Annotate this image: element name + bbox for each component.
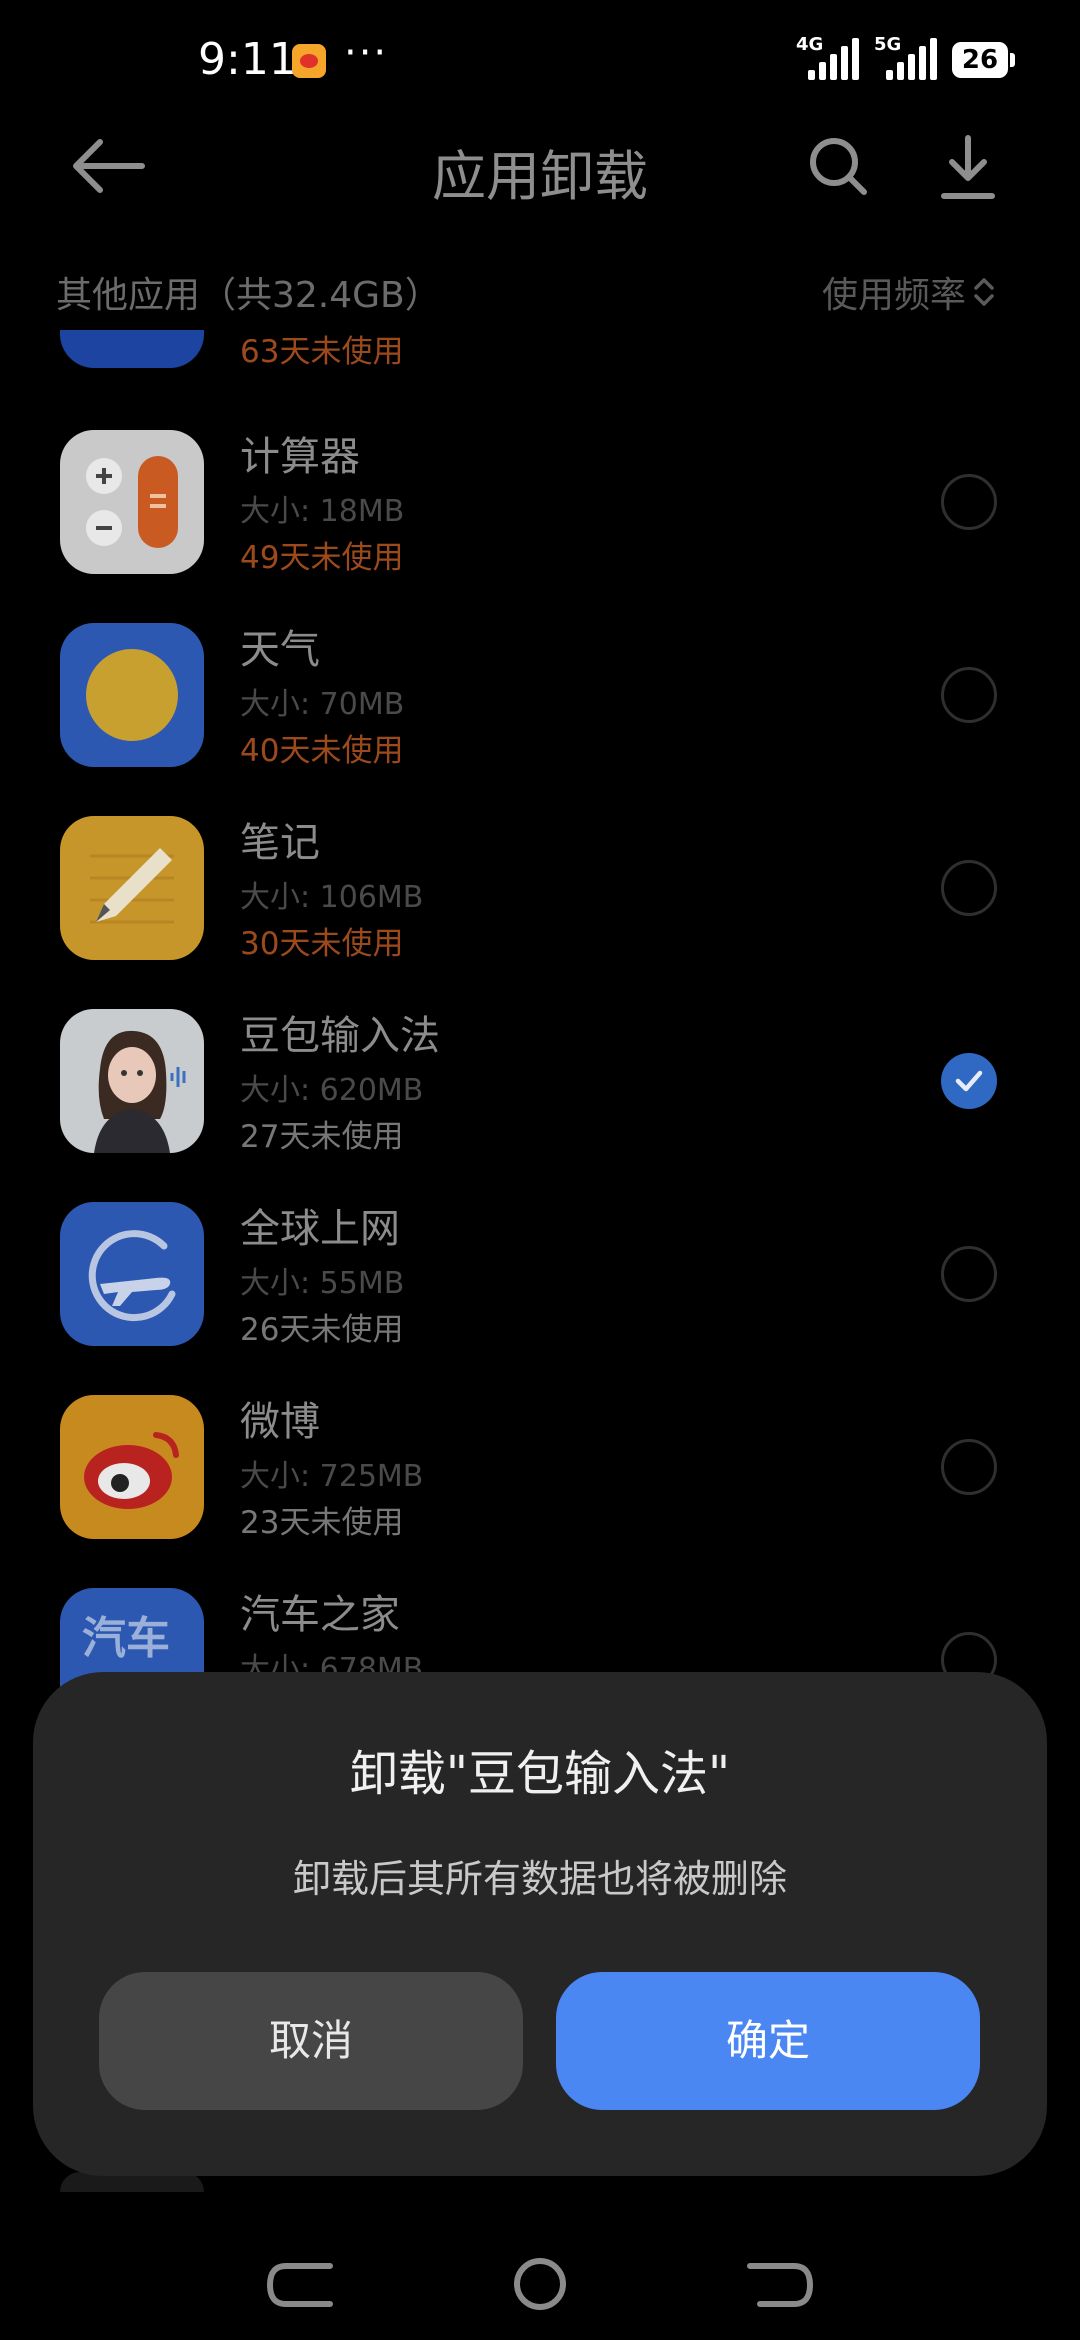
autohome-icon-text: 汽车 [82, 1613, 170, 1664]
list-item[interactable]: 天气 大小: 70MB 40天未使用 [0, 623, 1080, 816]
app-size: 大小: 70MB [240, 687, 405, 722]
select-checkbox[interactable] [941, 474, 997, 530]
app-list[interactable]: 63天未使用 计算器 大小: 18MB 49天未使用 天气 大小: 70MB 4 [0, 330, 1080, 1750]
weibo-notification-icon [292, 44, 326, 78]
list-item[interactable]: 豆包输入法 大小: 620MB 27天未使用 [0, 1009, 1080, 1202]
status-time: 9:11 [198, 34, 297, 85]
app-name: 天气 [240, 627, 320, 673]
signal-5g-icon: 5G [874, 34, 940, 80]
app-size: 大小: 620MB [240, 1073, 424, 1108]
app-size: 大小: 55MB [240, 1266, 405, 1301]
app-name: 全球上网 [240, 1206, 400, 1252]
recents-nav-icon[interactable] [746, 2260, 816, 2310]
download-icon[interactable] [940, 134, 996, 200]
checkmark-icon [955, 1070, 983, 1092]
unused-duration: 63天未使用 [240, 334, 404, 370]
dialog-title: 卸载"豆包输入法" [349, 1746, 731, 1802]
cancel-button[interactable]: 取消 [99, 1972, 523, 2110]
unused-duration: 30天未使用 [240, 926, 404, 962]
sort-toggle-icon[interactable] [972, 274, 996, 310]
unused-duration: 26天未使用 [240, 1312, 404, 1348]
notes-icon [60, 816, 204, 960]
page-title: 应用卸载 [432, 145, 648, 208]
weather-icon [60, 623, 204, 767]
more-notifications-icon: ··· [344, 30, 389, 76]
unused-duration: 23天未使用 [240, 1505, 404, 1541]
app-name: 汽车之家 [240, 1592, 400, 1638]
global-internet-icon [60, 1202, 204, 1346]
app-name: 计算器 [240, 434, 360, 480]
app-size: 大小: 725MB [240, 1459, 424, 1494]
uninstall-dialog: 卸载"豆包输入法" 卸载后其所有数据也将被删除 取消 确定 [33, 1672, 1047, 2176]
storage-summary: 其他应用（共32.4GB） [56, 275, 441, 316]
list-item[interactable]: 笔记 大小: 106MB 30天未使用 [0, 816, 1080, 1009]
list-item[interactable]: 微博 大小: 725MB 23天未使用 [0, 1395, 1080, 1588]
status-bar: 9:11 ··· 4G 5G 26 [0, 0, 1080, 120]
app-name: 笔记 [240, 820, 320, 866]
confirm-button[interactable]: 确定 [556, 1972, 980, 2110]
weibo-icon [60, 1395, 204, 1539]
doubao-input-icon [60, 1009, 204, 1153]
navigation-bar [0, 2230, 1080, 2340]
home-nav-icon[interactable] [512, 2256, 568, 2312]
battery-tip [1010, 53, 1015, 67]
select-checkbox[interactable] [941, 1439, 997, 1495]
select-checkbox-checked[interactable] [941, 1053, 997, 1109]
app-name: 微博 [240, 1399, 320, 1445]
battery-icon: 26 [952, 42, 1008, 78]
signal-4g-icon: 4G [796, 34, 862, 80]
unused-duration: 40天未使用 [240, 733, 404, 769]
select-checkbox[interactable] [941, 860, 997, 916]
list-item[interactable]: 63天未使用 [0, 330, 1080, 417]
calculator-icon [60, 430, 204, 574]
dialog-message: 卸载后其所有数据也将被删除 [292, 1857, 787, 1901]
sort-label: 使用频率 [821, 275, 966, 316]
select-checkbox[interactable] [941, 667, 997, 723]
app-icon [60, 330, 204, 368]
unused-duration: 27天未使用 [240, 1119, 404, 1155]
app-name: 豆包输入法 [240, 1013, 440, 1059]
list-item[interactable]: 计算器 大小: 18MB 49天未使用 [0, 430, 1080, 623]
unused-duration: 49天未使用 [240, 540, 404, 576]
app-size: 大小: 106MB [240, 880, 424, 915]
app-size: 大小: 18MB [240, 494, 405, 529]
select-checkbox[interactable] [941, 1246, 997, 1302]
back-nav-icon[interactable] [264, 2260, 334, 2310]
sort-button[interactable]: 使用频率 [822, 266, 966, 318]
search-icon[interactable] [808, 136, 868, 196]
list-item[interactable]: 全球上网 大小: 55MB 26天未使用 [0, 1202, 1080, 1395]
